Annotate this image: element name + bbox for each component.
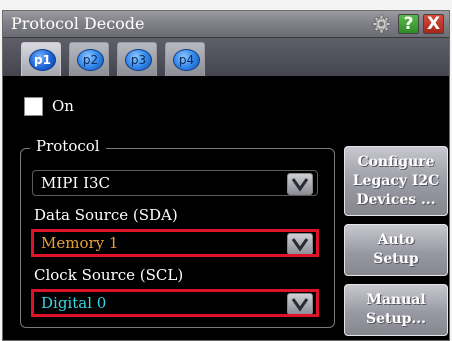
- tab-p2-label: p2: [77, 49, 104, 71]
- clock-source-label: Clock Source (SCL): [34, 266, 184, 284]
- data-source-dropdown[interactable]: Memory 1: [32, 230, 318, 256]
- title-bar: Protocol Decode ? X: [3, 11, 449, 38]
- configure-button-line3: Devices ...: [356, 191, 436, 208]
- chevron-down-icon[interactable]: [287, 233, 313, 255]
- tab-p3-label: p3: [125, 49, 152, 71]
- data-source-label: Data Source (SDA): [34, 206, 178, 224]
- protocol-value: MIPI I3C: [41, 174, 111, 192]
- tab-p4[interactable]: p4: [165, 42, 205, 76]
- manual-setup-line2: Setup...: [365, 311, 427, 327]
- clock-source-dropdown[interactable]: Digital 0: [32, 290, 318, 316]
- chevron-down-icon[interactable]: [287, 293, 313, 315]
- close-icon: X: [426, 14, 441, 34]
- tab-p2[interactable]: p2: [69, 42, 109, 76]
- chevron-down-icon[interactable]: [287, 173, 313, 195]
- manual-setup-line1: Manual: [366, 292, 426, 308]
- configure-legacy-i2c-button[interactable]: Configure Legacy I2C Devices ...: [344, 146, 448, 216]
- tab-p3[interactable]: p3: [117, 42, 157, 76]
- help-button[interactable]: ?: [398, 14, 419, 34]
- manual-setup-button[interactable]: Manual Setup...: [344, 284, 448, 336]
- configure-button-line2: Legacy I2C: [352, 172, 440, 189]
- data-source-value: Memory 1: [41, 234, 119, 252]
- help-icon: ?: [403, 14, 414, 34]
- tab-p4-label: p4: [173, 49, 200, 71]
- settings-button[interactable]: [371, 14, 392, 34]
- tab-p1-label: p1: [29, 49, 56, 71]
- protocol-dropdown[interactable]: MIPI I3C: [32, 170, 318, 196]
- on-checkbox[interactable]: [24, 97, 43, 116]
- on-checkbox-label: On: [52, 97, 74, 115]
- auto-setup-line1: Auto: [377, 232, 415, 248]
- tab-strip: p1 p2 p3 p4: [3, 38, 449, 76]
- protocol-group-title: Protocol: [30, 137, 106, 155]
- tab-p1[interactable]: p1: [21, 42, 61, 76]
- configure-button-line1: Configure: [357, 153, 435, 170]
- auto-setup-button[interactable]: Auto Setup: [344, 224, 448, 276]
- window-title: Protocol Decode: [11, 14, 145, 33]
- auto-setup-line2: Setup: [373, 251, 419, 267]
- close-button[interactable]: X: [423, 14, 444, 34]
- clock-source-value: Digital 0: [41, 294, 107, 312]
